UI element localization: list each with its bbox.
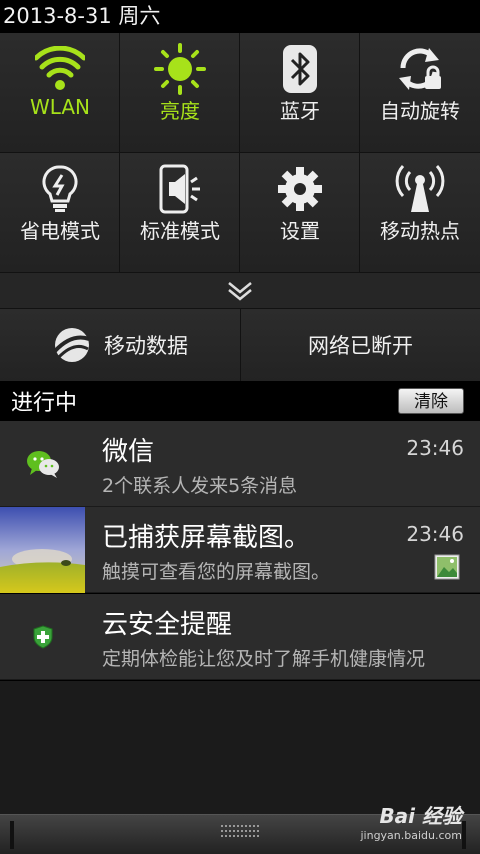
watermark-logo: Bai 经验 [379,804,462,828]
notification-title: 云安全提醒 [102,610,233,640]
notification-text: 2个联系人发来5条消息 [102,475,298,497]
tile-label: WLAN [29,95,91,119]
network-status[interactable]: 网络已断开 [240,309,480,381]
power-saving-icon [0,161,120,217]
tile-label: 标准模式 [140,219,220,243]
ongoing-title: 进行中 [11,391,78,416]
tile-power-saving[interactable]: 省电模式 [0,153,120,273]
notification-text: 触摸可查看您的屏幕截图。 [102,561,331,583]
image-icon [434,554,460,584]
tile-auto-rotate[interactable]: 自动旋转 [360,33,480,153]
sound-mode-icon [120,161,240,217]
expand-toggles-button[interactable] [0,273,480,309]
tile-label: 移动热点 [380,219,460,243]
empty-notification-area [0,681,480,814]
handle-edge-left [10,821,14,849]
notification-time: 23:46 [406,436,464,460]
notification-screenshot[interactable]: 已捕获屏幕截图。 触摸可查看您的屏幕截图。 23:46 [0,507,480,593]
grip-icon [221,825,259,840]
status-date: 2013-8-31 周六 [3,4,161,28]
notification-title: 已捕获屏幕截图。 [102,523,311,553]
tile-label: 自动旋转 [380,99,460,123]
ongoing-header: 进行中 清除 [0,381,480,421]
settings-gear-icon [240,161,360,217]
clear-button[interactable]: 清除 [398,388,464,414]
mobile-data-label: 移动数据 [104,334,188,358]
network-status-label: 网络已断开 [308,334,413,358]
screenshot-thumbnail [0,507,85,593]
tile-hotspot[interactable]: 移动热点 [360,153,480,273]
tile-bluetooth[interactable]: 蓝牙 [240,33,360,153]
baidu-watermark: Bai 经验 jingyan.baidu.com [360,800,462,842]
tile-brightness[interactable]: 亮度 [120,33,240,153]
hotspot-icon [360,161,480,217]
notification-text: 定期体检能让您及时了解手机健康情况 [102,648,426,670]
data-network-row: 移动数据 网络已断开 [0,309,480,381]
wifi-icon [0,41,120,97]
shield-icon [0,594,85,680]
double-chevron-down-icon [228,281,252,301]
globe-icon [53,328,90,362]
notification-time: 23:46 [406,522,464,546]
tile-label: 省电模式 [20,219,100,243]
tile-settings[interactable]: 设置 [240,153,360,273]
notification-wechat[interactable]: 微信 2个联系人发来5条消息 23:46 [0,421,480,507]
quick-settings-panel: WLAN 亮度 蓝牙 自动旋转 省电模式 标准模式 设置 移动热点 移动数据 网… [0,33,480,381]
auto-rotate-icon [360,41,480,97]
tile-label: 蓝牙 [280,99,320,123]
brightness-icon [120,41,240,97]
status-bar: 2013-8-31 周六 [0,0,480,33]
bluetooth-icon [240,41,360,97]
watermark-url: jingyan.baidu.com [360,829,462,842]
tile-wlan[interactable]: WLAN [0,33,120,153]
handle-edge-right [462,821,466,849]
tile-sound-mode[interactable]: 标准模式 [120,153,240,273]
notification-title: 微信 [102,437,155,467]
quick-settings-grid: WLAN 亮度 蓝牙 自动旋转 省电模式 标准模式 设置 移动热点 [0,33,480,273]
wechat-icon [0,421,85,507]
tile-label: 亮度 [160,99,200,123]
mobile-data-toggle[interactable]: 移动数据 [0,309,240,381]
notification-cloud-security[interactable]: 云安全提醒 定期体检能让您及时了解手机健康情况 [0,594,480,680]
tile-label: 设置 [280,219,320,243]
